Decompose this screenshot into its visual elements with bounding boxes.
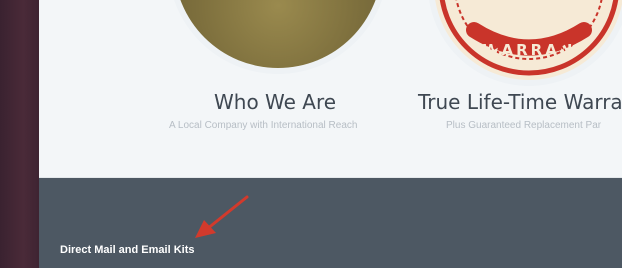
left-page-edge [0, 0, 39, 268]
who-we-are-photo [174, 0, 382, 68]
features-section: WARRAN Who We Are A Local Company with I… [39, 0, 622, 178]
red-arrow-annotation-icon [195, 195, 249, 238]
feature-title-who-we-are: Who We Are [214, 90, 337, 114]
feature-subtitle-who-we-are: A Local Company with International Reach [169, 120, 358, 131]
site-footer: Direct Mail and Email Kits [39, 178, 622, 268]
warranty-seal-icon: WARRAN [434, 0, 622, 80]
direct-mail-email-kits-link[interactable]: Direct Mail and Email Kits [60, 244, 194, 256]
warranty-seal-graphic: WARRAN [439, 0, 619, 76]
feature-title-warranty: True Life-Time Warra [418, 90, 622, 114]
feature-subtitle-warranty: Plus Guaranteed Replacement Par [446, 120, 602, 131]
